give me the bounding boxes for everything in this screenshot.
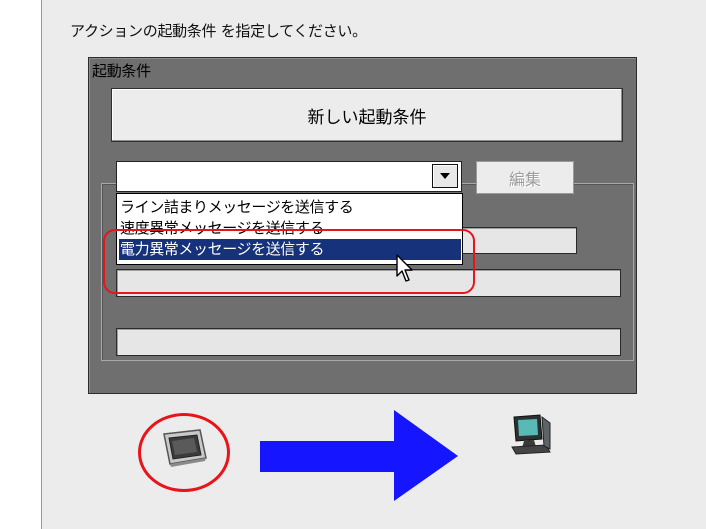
dropdown-item-line-jam[interactable]: ライン詰まりメッセージを送信する: [119, 197, 461, 218]
group-title: 起動条件: [92, 62, 151, 80]
edit-button[interactable]: 編集: [476, 161, 574, 194]
chevron-down-icon[interactable]: [432, 164, 458, 188]
pc-icon: [508, 413, 554, 459]
touch-panel-icon: [160, 428, 208, 472]
condition-field-3[interactable]: [116, 328, 621, 356]
new-trigger-condition-button[interactable]: 新しい起動条件: [111, 88, 623, 142]
mouse-cursor-icon: [396, 254, 416, 288]
highlight-rectangle: [103, 229, 475, 294]
condition-combo-box[interactable]: [116, 161, 462, 192]
instruction-text: アクションの起動条件 を指定してください。: [70, 22, 367, 40]
right-arrow-icon: [260, 408, 460, 507]
